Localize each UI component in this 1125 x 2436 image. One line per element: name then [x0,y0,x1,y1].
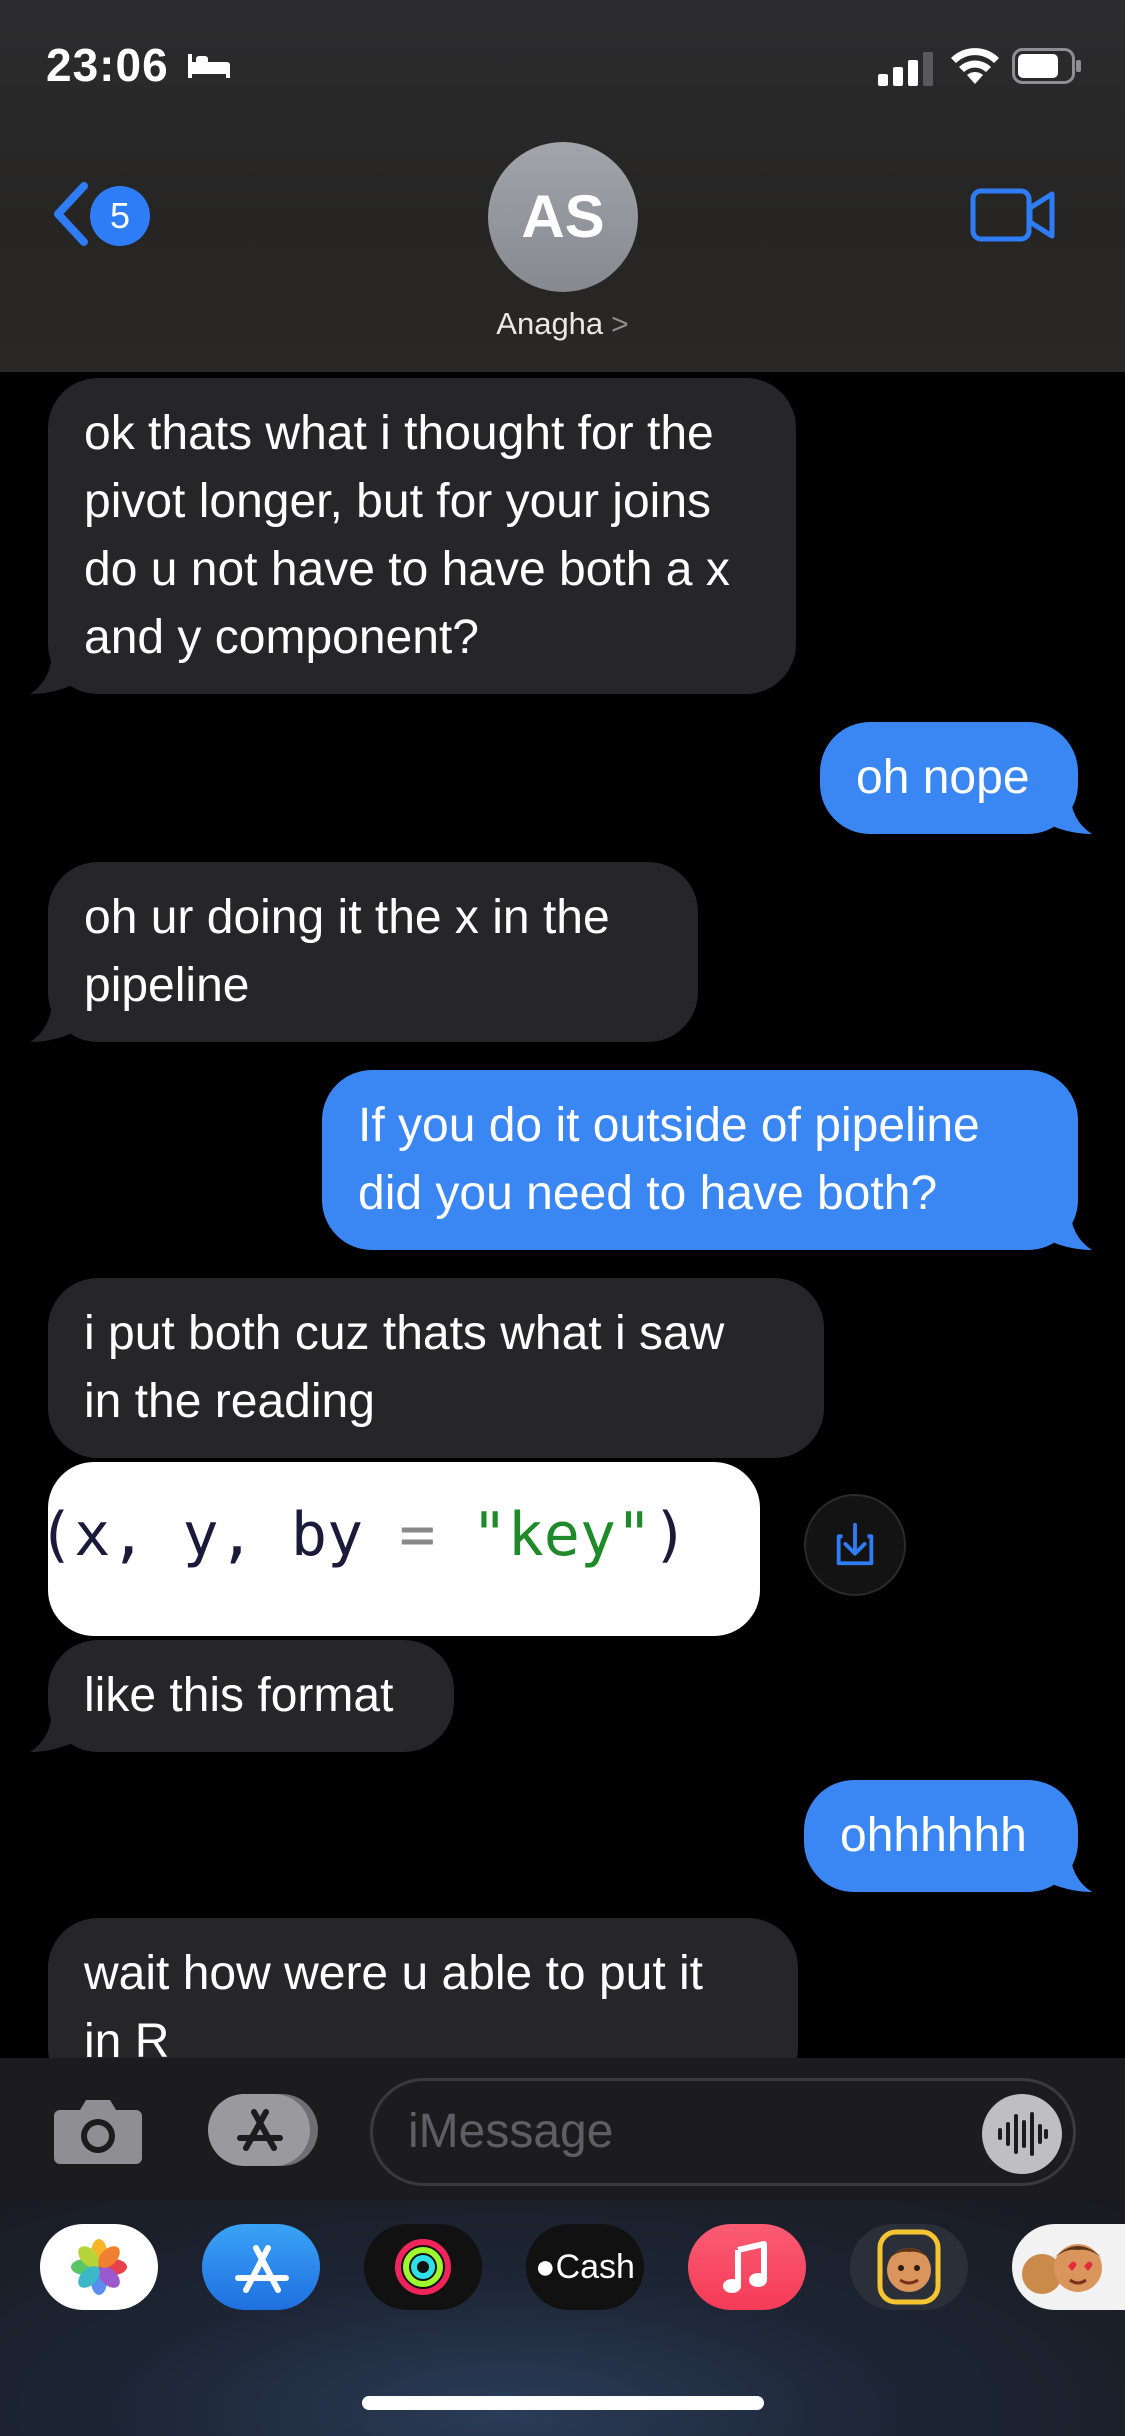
home-indicator[interactable] [362,2396,764,2410]
music-note-icon [723,2241,767,2293]
facetime-video-icon[interactable] [970,186,1056,244]
fitness-app-icon[interactable] [364,2224,482,2310]
bubble-tail [30,1708,70,1752]
message-placeholder: iMessage [408,2105,614,2158]
save-image-button[interactable] [804,1494,906,1596]
app-store-drawer-button[interactable] [208,2092,320,2168]
app-store-glyph-icon [235,2245,289,2293]
message-line: did you need to have both? [358,1167,938,1220]
apple-cash-icon[interactable]: ●Cash [526,2224,644,2310]
message-line: like this format [84,1669,394,1722]
image-attachment[interactable]: (x, y, by = "key") [48,1462,760,1636]
outgoing-message[interactable]: ohhhhhh [804,1780,1078,1892]
memoji-face-icon [877,2229,941,2305]
code-string: "key" [435,1500,653,1570]
message-line: in the reading [84,1375,375,1428]
message-line: pivot longer, but for your joins [84,475,712,528]
contact-name: Anagha [496,306,604,341]
outgoing-message[interactable]: If you do it outside of pipeline did you… [322,1070,1078,1250]
download-icon [836,1522,874,1566]
message-line: oh nope [856,751,1030,804]
app-store-icon [208,2094,318,2166]
message-line: and y component? [84,611,479,664]
message-line: i put both cuz thats what i saw [84,1307,725,1360]
incoming-message[interactable]: oh ur doing it the x in the pipeline [48,862,698,1042]
battery-icon [1012,48,1081,84]
bubble-tail [1052,1206,1092,1250]
app-store-app-icon[interactable] [202,2224,320,2310]
chevron-right-icon: > [611,308,629,341]
contact-name-button[interactable]: Anagha > [0,306,1125,342]
back-chevron-icon[interactable] [48,180,92,248]
code-text: ) [652,1500,689,1570]
photos-app-icon[interactable] [40,2224,158,2310]
bubble-tail [30,998,70,1042]
unread-count-badge[interactable]: 5 [90,186,150,246]
code-operator: = [399,1500,436,1570]
audio-message-button[interactable] [982,2094,1062,2174]
activity-rings-icon [395,2239,451,2295]
contact-avatar[interactable]: AS [488,142,638,292]
message-line: wait how were u able to put it [84,1947,704,2000]
code-text: (x, y, by [48,1500,400,1570]
memoji-stickers-icon[interactable] [1012,2224,1125,2310]
incoming-message[interactable]: ok thats what i thought for the pivot lo… [48,378,796,694]
cellular-signal-icon [878,52,933,86]
memoji-icon[interactable] [850,2224,968,2310]
wifi-icon [951,48,999,84]
sleep-focus-icon [188,54,230,78]
bubble-tail [30,650,70,694]
status-time: 23:06 [46,39,169,91]
message-line: do u not have to have both a x [84,543,730,596]
photos-flower-icon [71,2239,127,2295]
memoji-heart-eyes-icon [1022,2244,1102,2294]
incoming-message[interactable]: like this format [48,1640,454,1752]
camera-button[interactable] [52,2094,144,2166]
message-line: If you do it outside of pipeline [358,1099,980,1152]
incoming-message[interactable]: i put both cuz thats what i saw in the r… [48,1278,824,1458]
apple-cash-label: Cash [555,2248,635,2286]
message-line: pipeline [84,959,250,1012]
message-line: ohhhhhh [840,1809,1027,1862]
bubble-tail [1052,790,1092,834]
bubble-tail [1052,1848,1092,1892]
camera-icon [54,2100,142,2164]
message-line: oh ur doing it the x in the [84,891,610,944]
music-app-icon[interactable] [688,2224,806,2310]
waveform-icon [998,2112,1048,2156]
outgoing-message[interactable]: oh nope [820,722,1078,834]
code-snippet: (x, y, by = "key") [48,1500,688,1570]
message-line: ok thats what i thought for the [84,407,714,460]
